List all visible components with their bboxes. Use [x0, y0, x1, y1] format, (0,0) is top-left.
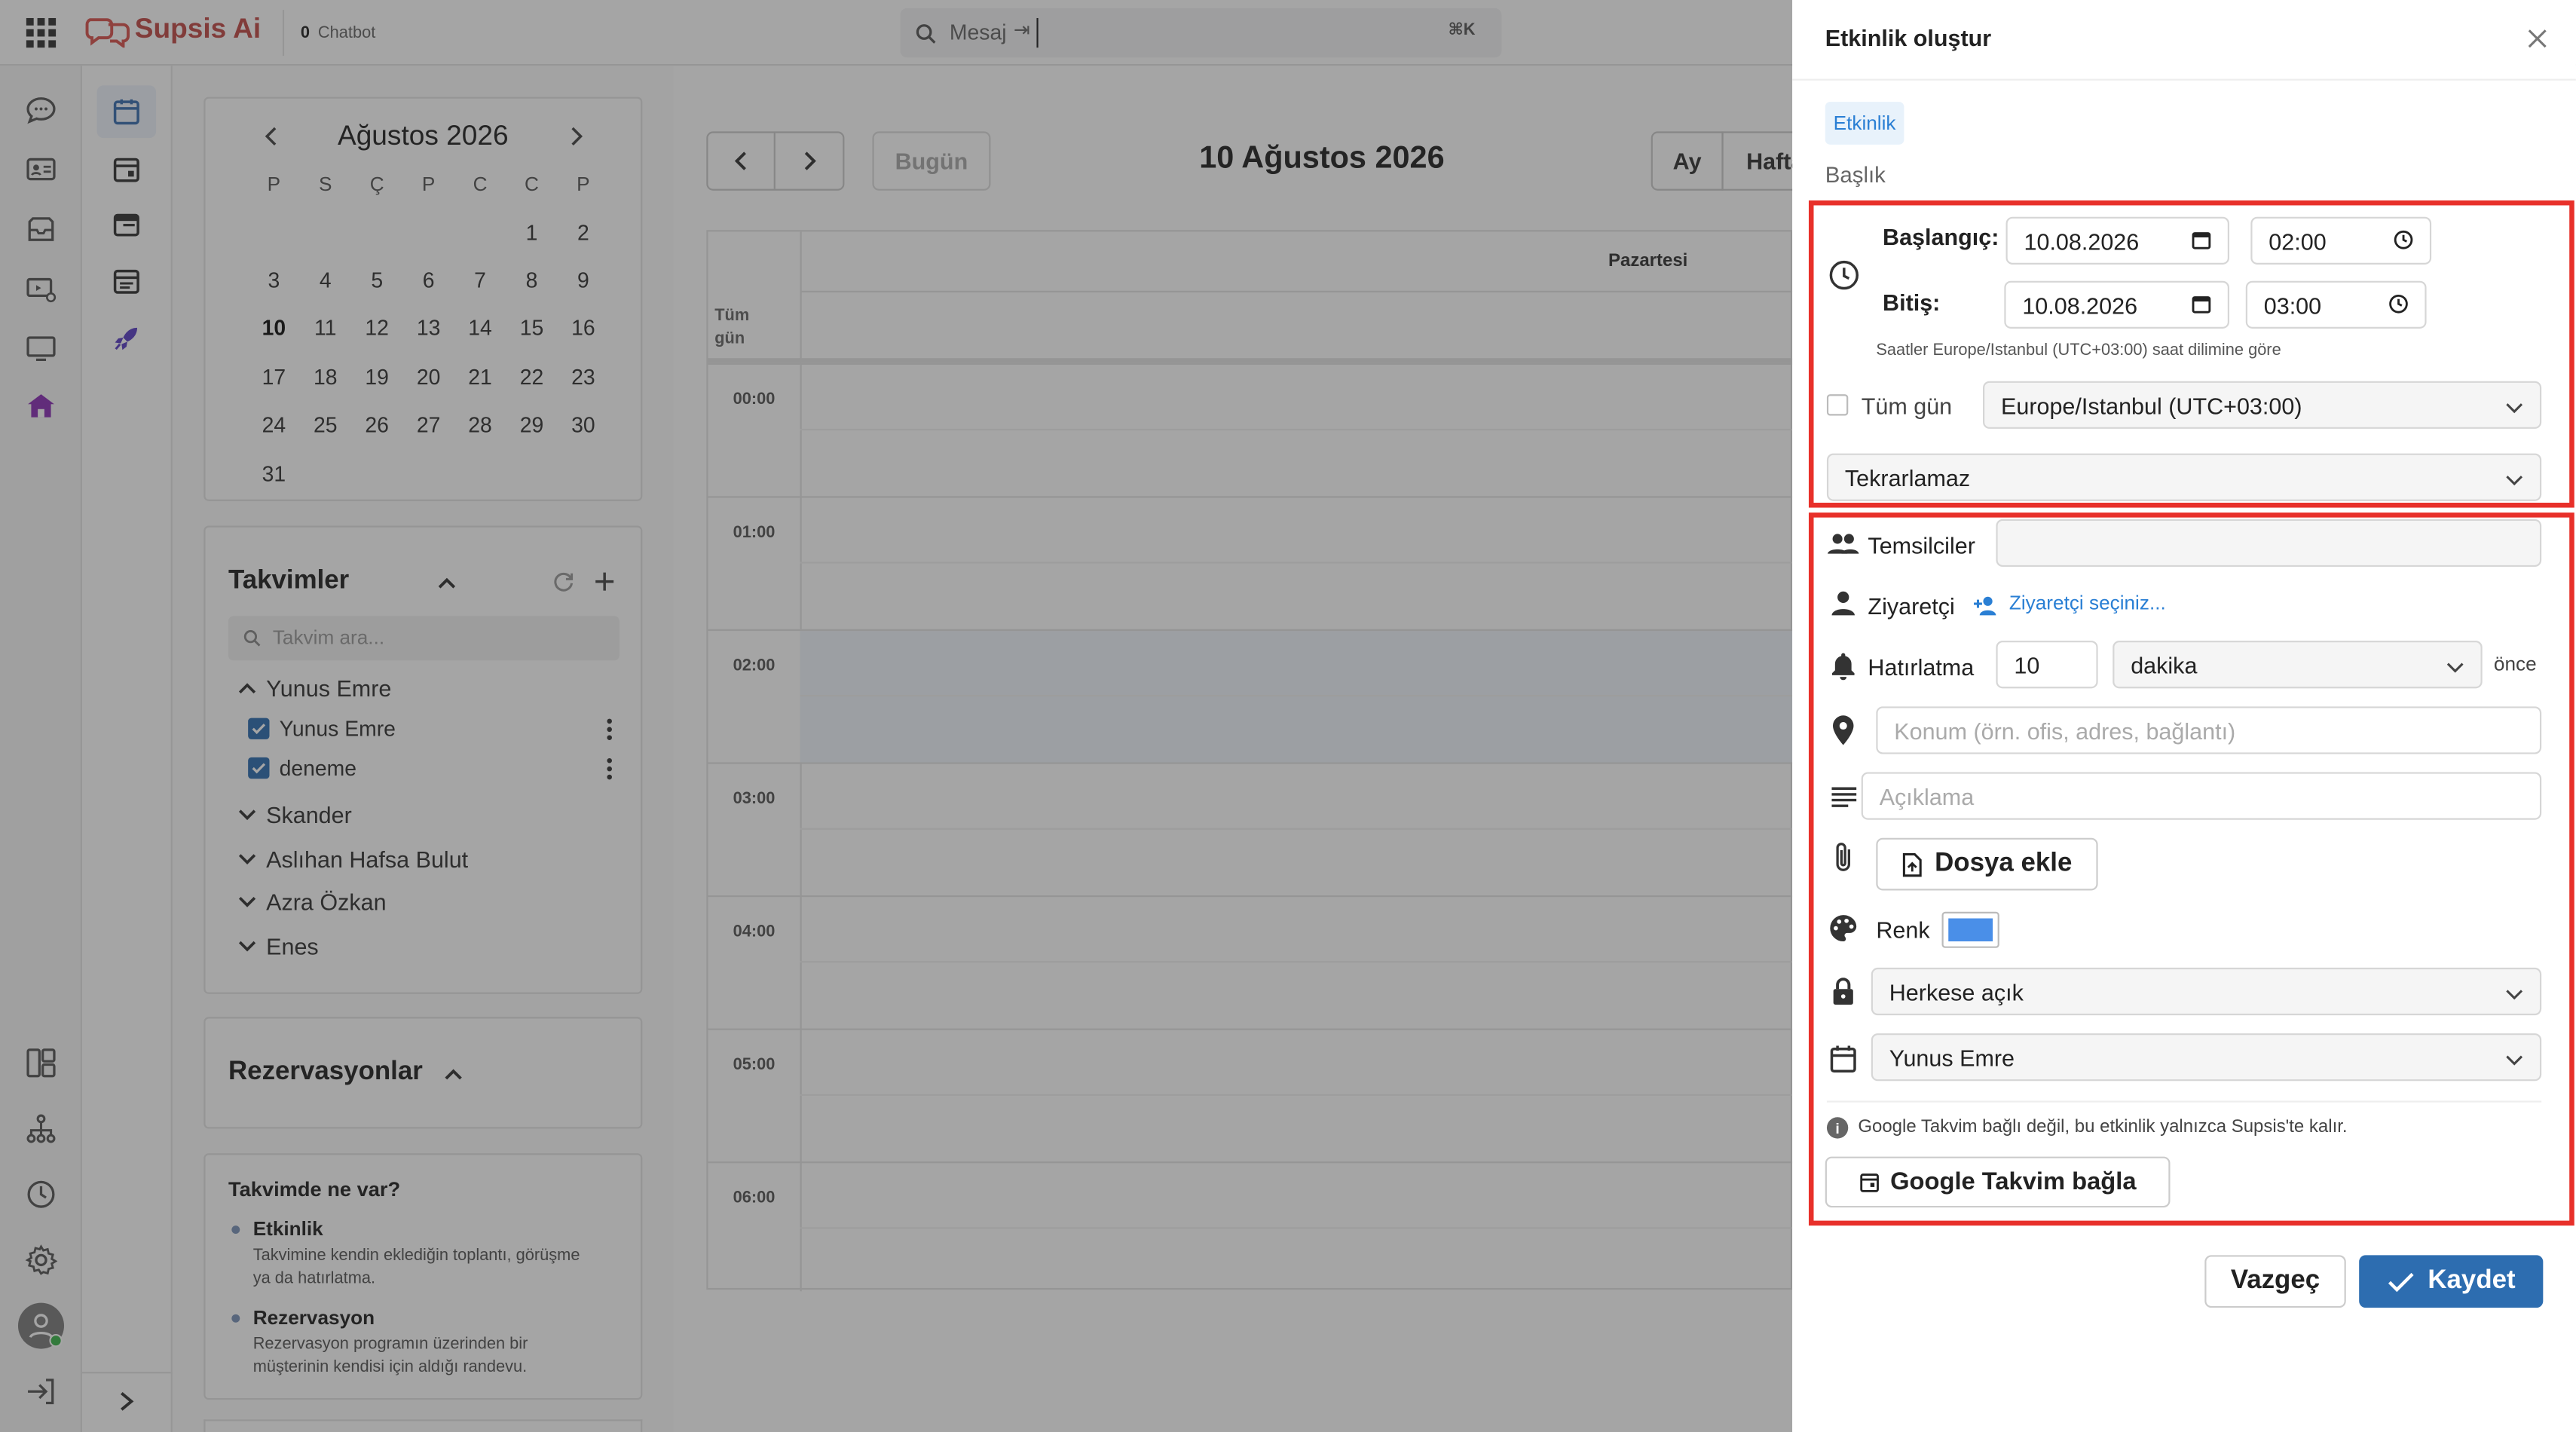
attach-file-label: Dosya ekle — [1935, 849, 2073, 878]
calendar-select[interactable]: Yunus Emre — [1871, 1033, 2542, 1082]
repeat-value: Tekrarlamaz — [1844, 464, 1971, 491]
representatives-label: Temsilciler — [1868, 532, 1975, 559]
reminder-amount-input[interactable]: 10 — [1996, 641, 2098, 689]
reminder-label: Hatırlatma — [1868, 653, 1975, 681]
file-add-icon — [1902, 852, 1922, 877]
all-day-label: Tüm gün — [1861, 392, 1953, 419]
save-label: Kaydet — [2428, 1266, 2516, 1295]
repeat-select[interactable]: Tekrarlamaz — [1826, 453, 2542, 501]
calendar-picker-icon — [2192, 292, 2211, 318]
color-swatch — [1948, 918, 1993, 942]
connect-google-label: Google Takvim bağla — [1890, 1167, 2137, 1196]
chevron-down-icon — [2446, 651, 2464, 678]
person-icon — [1827, 588, 1860, 617]
bell-icon — [1827, 649, 1860, 682]
palette-icon — [1827, 912, 1860, 945]
timezone-select[interactable]: Europe/Istanbul (UTC+03:00) — [1983, 381, 2542, 429]
visitor-label: Ziyaretçi — [1868, 592, 1955, 620]
paperclip-icon — [1827, 840, 1860, 876]
chevron-down-icon — [2505, 464, 2523, 491]
end-time-value: 03:00 — [2263, 291, 2322, 318]
panel-title: Etkinlik oluştur — [1825, 24, 1992, 51]
color-picker[interactable] — [1941, 911, 1999, 948]
visibility-select[interactable]: Herkese açık — [1871, 967, 2542, 1016]
time-picker-icon — [2394, 228, 2413, 254]
description-placeholder: Açıklama — [1879, 782, 1975, 809]
add-person-icon[interactable] — [1972, 592, 2001, 618]
people-icon — [1827, 529, 1860, 558]
google-note: Google Takvim bağlı değil, bu etkinlik y… — [1858, 1117, 2348, 1137]
location-pin-icon — [1827, 713, 1860, 746]
save-button[interactable]: Kaydet — [2359, 1255, 2544, 1308]
attach-file-button[interactable]: Dosya ekle — [1876, 837, 2098, 891]
calendar-icon — [1827, 1042, 1860, 1075]
all-day-checkbox[interactable] — [1826, 394, 1849, 416]
color-label: Renk — [1876, 916, 1930, 944]
start-time-input[interactable]: 02:00 — [2250, 216, 2432, 265]
end-time-input[interactable]: 03:00 — [2245, 280, 2427, 329]
clock-icon — [1827, 258, 1860, 291]
visibility-value: Herkese açık — [1889, 978, 2024, 1005]
time-picker-icon — [2388, 292, 2408, 318]
start-date-input[interactable]: 10.08.2026 — [2005, 216, 2229, 265]
calendar-picker-icon — [2192, 228, 2211, 254]
modal-backdrop[interactable] — [0, 0, 1793, 1432]
reminder-unit-select[interactable]: dakika — [2113, 641, 2483, 689]
reminder-amount-value: 10 — [2014, 651, 2040, 678]
chevron-down-icon — [2505, 1044, 2523, 1070]
connect-google-button[interactable]: Google Takvim bağla — [1825, 1156, 2171, 1208]
event-type-tag[interactable]: Etkinlik — [1825, 102, 1904, 145]
start-label: Başlangıç: — [1883, 223, 1999, 250]
location-placeholder: Konum (örn. ofis, adres, bağlantı) — [1894, 717, 2236, 744]
end-date-value: 10.08.2026 — [2022, 291, 2138, 318]
start-time-value: 02:00 — [2269, 227, 2327, 254]
lock-icon — [1827, 975, 1860, 1008]
end-label: Bitiş: — [1883, 289, 1941, 316]
representatives-input[interactable] — [1996, 519, 2542, 568]
description-lines-icon — [1827, 780, 1860, 813]
visitor-select-link[interactable]: Ziyaretçi seçiniz... — [2009, 592, 2166, 615]
info-icon: i — [1826, 1117, 1849, 1139]
start-date-value: 10.08.2026 — [2024, 227, 2140, 254]
description-input[interactable]: Açıklama — [1861, 772, 2542, 820]
reminder-suffix: önce — [2493, 652, 2537, 675]
location-input[interactable]: Konum (örn. ofis, adres, bağlantı) — [1876, 706, 2542, 754]
timezone-value: Europe/Istanbul (UTC+03:00) — [2000, 391, 2302, 418]
check-icon — [2387, 1271, 2415, 1292]
chevron-down-icon — [2505, 978, 2523, 1005]
calendar-value: Yunus Emre — [1889, 1044, 2015, 1071]
calendar-small-icon — [1859, 1171, 1879, 1192]
title-input[interactable]: Başlık — [1825, 163, 1886, 188]
create-event-panel: Etkinlik oluştur Etkinlik Başlık Başlang… — [1792, 0, 2576, 1432]
cancel-button[interactable]: Vazgeç — [2204, 1255, 2346, 1308]
close-icon[interactable] — [2522, 23, 2551, 53]
reminder-unit-value: dakika — [2131, 651, 2198, 678]
chevron-down-icon — [2505, 392, 2523, 418]
end-date-input[interactable]: 10.08.2026 — [2004, 280, 2229, 329]
timezone-note: Saatler Europe/Istanbul (UTC+03:00) saat… — [1876, 341, 2281, 360]
